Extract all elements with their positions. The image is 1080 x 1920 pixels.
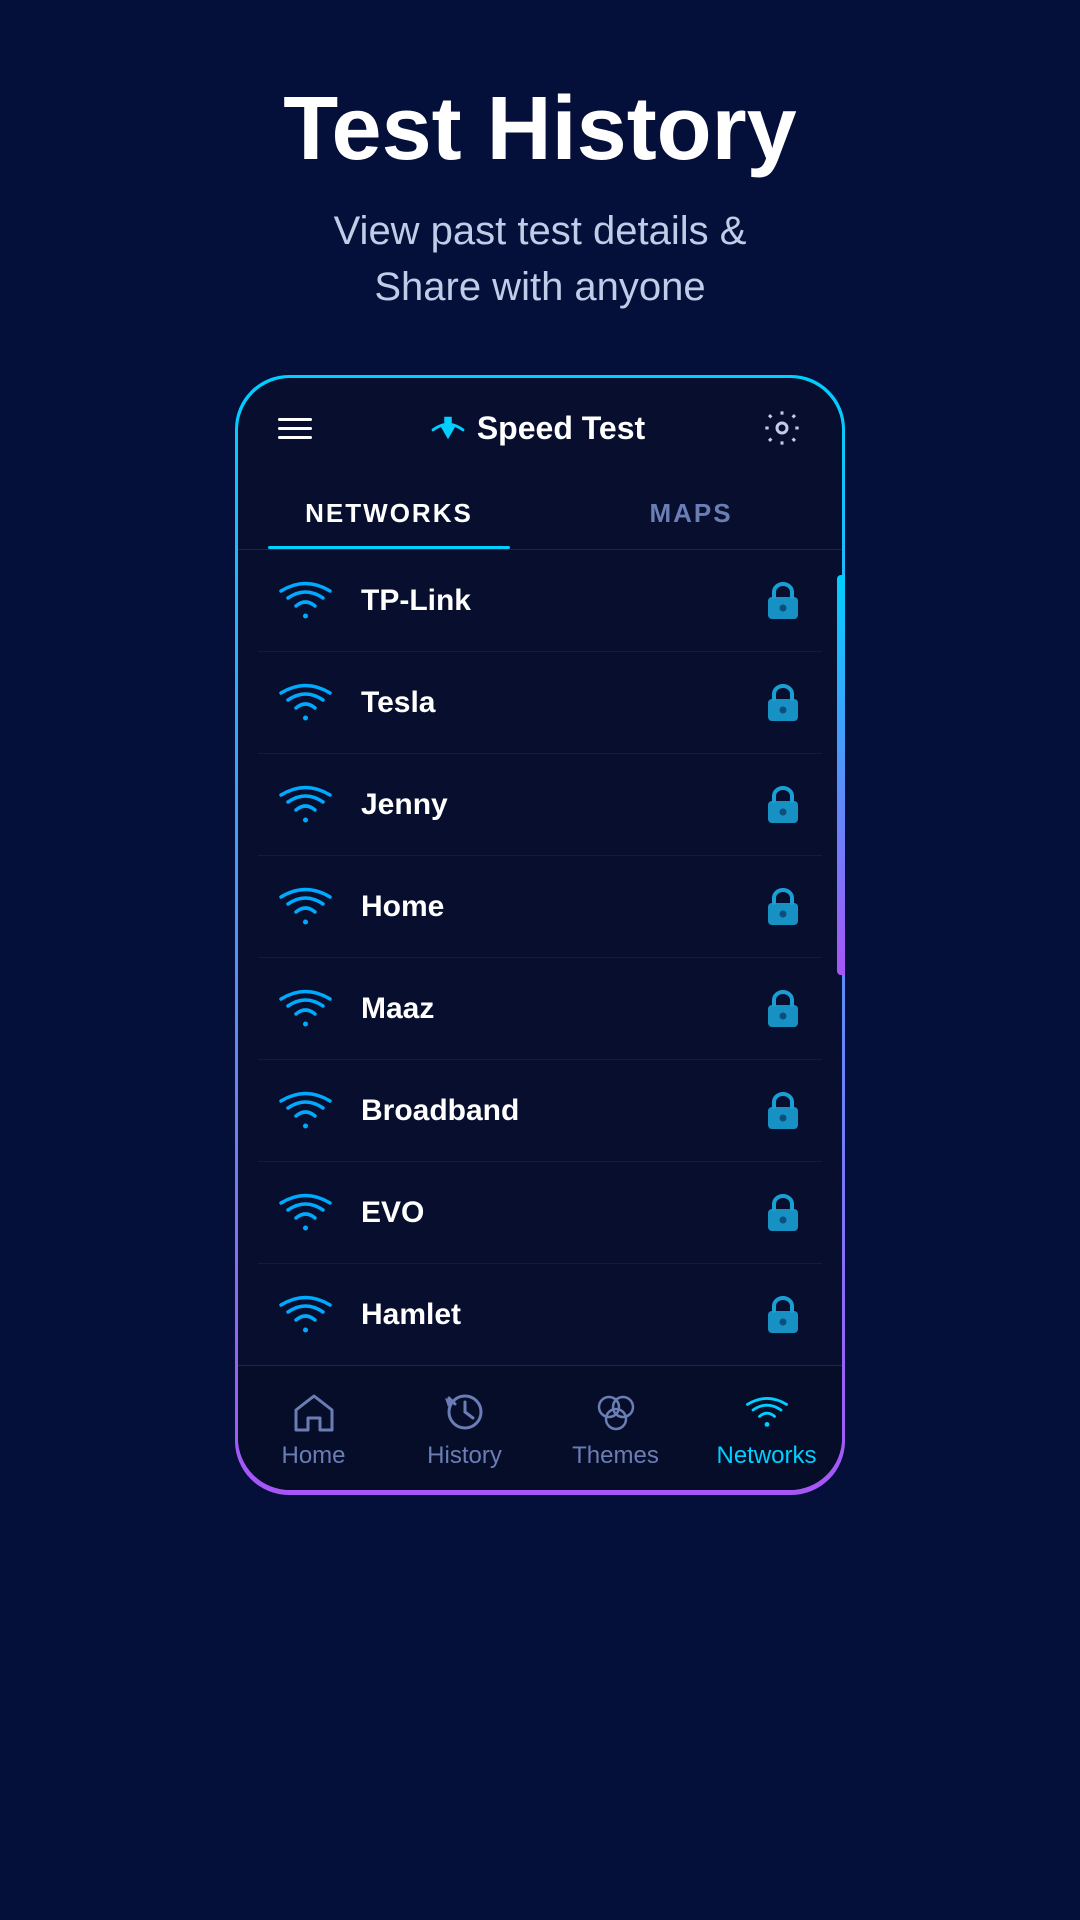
phone-screen: Speed Test NETWORKS MAPS	[238, 378, 842, 1490]
bottom-navigation: Home History	[238, 1365, 842, 1490]
network-name: Tesla	[361, 686, 764, 720]
wifi-icon	[278, 1292, 333, 1337]
wifi-icon	[278, 986, 333, 1031]
wifi-icon	[278, 1190, 333, 1235]
wifi-icon	[278, 1088, 333, 1133]
list-item[interactable]: Maaz	[258, 958, 822, 1060]
networks-nav-icon	[741, 1390, 793, 1434]
lock-icon	[764, 681, 802, 725]
lock-icon	[764, 1089, 802, 1133]
header-section: Test History View past test details & Sh…	[0, 0, 1080, 375]
lock-icon	[764, 885, 802, 929]
nav-item-themes[interactable]: Themes	[540, 1366, 691, 1490]
network-name: Hamlet	[361, 1298, 764, 1332]
network-name: EVO	[361, 1196, 764, 1230]
app-logo-icon	[429, 413, 467, 443]
network-list: TP-Link Tesla	[238, 550, 842, 1365]
tab-networks[interactable]: NETWORKS	[238, 478, 540, 549]
tabs-row: NETWORKS MAPS	[238, 478, 842, 550]
network-name: Jenny	[361, 788, 764, 822]
network-name: Broadband	[361, 1094, 764, 1128]
list-item[interactable]: Tesla	[258, 652, 822, 754]
network-name: Maaz	[361, 992, 764, 1026]
network-name: Home	[361, 890, 764, 924]
wifi-icon	[278, 884, 333, 929]
lock-icon	[764, 783, 802, 827]
themes-icon	[590, 1390, 642, 1434]
list-item[interactable]: Home	[258, 856, 822, 958]
nav-label-home: Home	[281, 1442, 345, 1470]
list-item[interactable]: TP-Link	[258, 550, 822, 652]
nav-label-history: History	[427, 1442, 502, 1470]
nav-item-history[interactable]: History	[389, 1366, 540, 1490]
app-logo: Speed Test	[429, 410, 645, 447]
list-item[interactable]: Hamlet	[258, 1264, 822, 1365]
settings-icon[interactable]	[762, 408, 802, 448]
tab-maps[interactable]: MAPS	[540, 478, 842, 549]
wifi-icon	[278, 578, 333, 623]
network-name: TP-Link	[361, 584, 764, 618]
page-subtitle: View past test details & Share with anyo…	[40, 203, 1040, 315]
wifi-icon	[278, 680, 333, 725]
nav-item-networks[interactable]: Networks	[691, 1366, 842, 1490]
app-name-label: Speed Test	[477, 410, 645, 447]
lock-icon	[764, 1293, 802, 1337]
menu-button[interactable]	[278, 418, 312, 439]
list-item[interactable]: EVO	[258, 1162, 822, 1264]
app-header: Speed Test	[238, 378, 842, 468]
list-item[interactable]: Jenny	[258, 754, 822, 856]
lock-icon	[764, 579, 802, 623]
lock-icon	[764, 1191, 802, 1235]
list-item[interactable]: Broadband	[258, 1060, 822, 1162]
phone-mockup: Speed Test NETWORKS MAPS	[235, 375, 845, 1495]
nav-item-home[interactable]: Home	[238, 1366, 389, 1490]
nav-label-themes: Themes	[572, 1442, 659, 1470]
lock-icon	[764, 987, 802, 1031]
page-title: Test History	[40, 80, 1040, 179]
wifi-icon	[278, 782, 333, 827]
nav-label-networks: Networks	[716, 1442, 816, 1470]
side-accent	[837, 575, 842, 975]
home-icon	[288, 1390, 340, 1434]
history-icon	[439, 1390, 491, 1434]
